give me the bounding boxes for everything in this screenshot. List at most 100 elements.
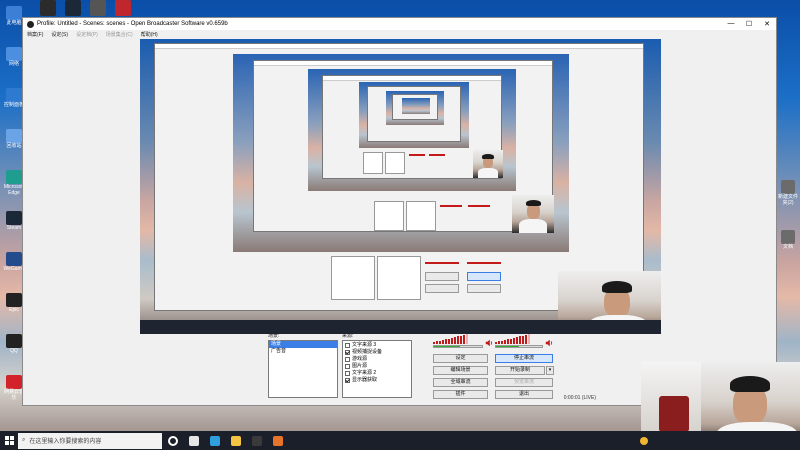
desktop-icon-label: 网易云音乐 xyxy=(3,389,24,401)
app-icon xyxy=(6,47,22,61)
tray-icon[interactable] xyxy=(640,436,648,445)
nested-preview-4 xyxy=(386,91,444,125)
exit-button[interactable]: 退出 xyxy=(495,390,553,399)
settings-button[interactable]: 设定 xyxy=(433,354,488,363)
desktop-icon-label: 此电脑 xyxy=(6,20,22,26)
source-visibility-checkbox[interactable] xyxy=(345,350,350,355)
nested-obs-window-4 xyxy=(367,86,461,142)
source-item[interactable]: 视频捕捉设备 xyxy=(343,349,411,356)
search-placeholder: 在这里输入你要搜索的内容 xyxy=(29,439,102,445)
folder-icon xyxy=(781,180,795,194)
source-label: 显示器获取 xyxy=(352,377,378,383)
menu-help[interactable]: 帮助(H) xyxy=(141,31,158,38)
source-visibility-checkbox[interactable] xyxy=(345,343,350,348)
app-icon xyxy=(6,375,22,389)
desktop-icon-label: QQ xyxy=(10,348,18,354)
stop-stream-button[interactable]: 停止串流 xyxy=(495,354,553,363)
app-icon xyxy=(65,0,81,16)
close-button[interactable]: ✕ xyxy=(758,20,776,28)
mic-volume-meter[interactable] xyxy=(433,334,483,348)
scenes-list[interactable]: 场景 广告音 xyxy=(268,340,338,398)
desktop-icon-label: 回收站 xyxy=(6,143,22,149)
taskbar-file-explorer-icon[interactable] xyxy=(225,431,246,450)
source-visibility-checkbox[interactable] xyxy=(345,378,350,383)
sources-label: 来源: xyxy=(342,333,354,339)
desktop-icon[interactable] xyxy=(61,0,85,17)
menu-settings[interactable]: 设定(S) xyxy=(51,31,68,38)
desktop-icon-label: 新建文件夹(2) xyxy=(778,194,799,206)
source-label: 文字来源 2 xyxy=(352,370,377,376)
desktop-icon-label: 网络 xyxy=(8,61,19,67)
recording-dropdown-button[interactable]: ▾ xyxy=(546,366,554,375)
app-icon xyxy=(6,252,22,266)
taskbar-app-orange-icon[interactable] xyxy=(267,431,288,450)
source-item[interactable]: 显示器获取 xyxy=(343,377,411,384)
source-item[interactable]: 图片源 xyxy=(343,363,411,370)
taskbar-apps xyxy=(162,431,288,450)
desktop-icon[interactable]: 新建文件夹(2) xyxy=(778,180,798,206)
taskbar-edge-icon[interactable] xyxy=(204,431,225,450)
source-item[interactable]: 游戏源 xyxy=(343,356,411,363)
desktop-volume-meter[interactable] xyxy=(495,334,543,348)
windows-logo-icon xyxy=(4,436,14,445)
taskbar-obs-icon[interactable] xyxy=(246,431,267,450)
fullscreen-preview-button[interactable]: 全域串流 xyxy=(433,378,488,387)
desktop-icon[interactable] xyxy=(36,0,60,17)
scene-item[interactable]: 广告音 xyxy=(269,348,337,355)
scenes-label: 场景: xyxy=(268,333,280,339)
desktop-icon-label: 控制面板 xyxy=(3,102,24,108)
app-icon xyxy=(115,0,131,16)
app-icon xyxy=(6,211,22,225)
app-icon xyxy=(6,88,22,102)
app-icon xyxy=(6,293,22,307)
desktop-icon-label: Steam xyxy=(6,225,22,231)
desktop-icon[interactable]: 文档 xyxy=(778,230,798,251)
nested-preview-1 xyxy=(233,54,569,252)
nested-preview-2 xyxy=(308,69,516,191)
obs-menubar: 档案(F) 设定(S) 设定档(P) 场景集合(C) 帮助(H) xyxy=(23,30,776,39)
menu-file[interactable]: 档案(F) xyxy=(27,31,43,38)
app-icon xyxy=(6,334,22,348)
menu-profiles[interactable]: 设定档(P) xyxy=(76,31,98,38)
obs-window-title: Profile: Untitled - Scenes: scenes - Ope… xyxy=(37,21,228,27)
stream-status: 0:00:01 (LIVE) xyxy=(563,395,596,401)
nested-preview-3 xyxy=(359,82,469,148)
obs-logo-icon xyxy=(27,20,34,28)
source-label: 视频捕捉设备 xyxy=(352,349,383,355)
scene-item[interactable]: 场景 xyxy=(269,341,337,348)
app-icon xyxy=(90,0,106,16)
source-label: 游戏源 xyxy=(352,356,368,362)
edit-scene-button[interactable]: 编辑场景 xyxy=(433,366,488,375)
sources-list[interactable]: 文字来源 3 视频捕捉设备 游戏源 图片源 文字来源 2 显示器获取 xyxy=(342,340,412,398)
stream-preview[interactable] xyxy=(140,39,661,334)
source-label: 文字来源 3 xyxy=(352,342,377,348)
app-icon xyxy=(6,129,22,143)
app-icon xyxy=(6,170,22,184)
source-label: 图片源 xyxy=(352,363,368,369)
plugins-button[interactable]: 插件 xyxy=(433,390,488,399)
start-recording-button[interactable]: 开始录制 xyxy=(495,366,545,375)
obs-titlebar: Profile: Untitled - Scenes: scenes - Ope… xyxy=(23,18,776,30)
source-visibility-checkbox[interactable] xyxy=(345,364,350,369)
source-visibility-checkbox[interactable] xyxy=(345,371,350,376)
source-visibility-checkbox[interactable] xyxy=(345,357,350,362)
nested-obs-window-2 xyxy=(253,60,554,233)
taskbar-cortana-icon[interactable] xyxy=(162,431,183,450)
obs-control-panels: 场景: 场景 广告音 来源: 文字来源 3 视频捕捉设备 游戏源 图片源 文字来源 2显… xyxy=(268,329,554,399)
mic-speaker-icon[interactable] xyxy=(485,339,493,347)
source-item[interactable]: 文字来源 3 xyxy=(343,342,411,349)
app-icon xyxy=(40,0,56,16)
desktop-speaker-icon[interactable] xyxy=(545,339,553,347)
taskbar-task-view-icon[interactable] xyxy=(183,431,204,450)
source-item[interactable]: 文字来源 2 xyxy=(343,370,411,377)
search-icon: ⌕ xyxy=(22,437,26,443)
test-stream-button[interactable]: 预览串流 xyxy=(495,378,553,387)
windows-taskbar: ⌕ 在这里输入你要搜索的内容 xyxy=(0,431,800,450)
taskbar-search-box[interactable]: ⌕ 在这里输入你要搜索的内容 xyxy=(18,432,162,449)
desktop-icon[interactable] xyxy=(111,0,135,17)
menu-scene-collection[interactable]: 场景集合(C) xyxy=(106,31,133,38)
maximize-button[interactable]: ☐ xyxy=(740,20,758,28)
start-button[interactable] xyxy=(0,431,18,450)
minimize-button[interactable]: — xyxy=(722,20,740,28)
desktop-icon[interactable] xyxy=(86,0,110,17)
